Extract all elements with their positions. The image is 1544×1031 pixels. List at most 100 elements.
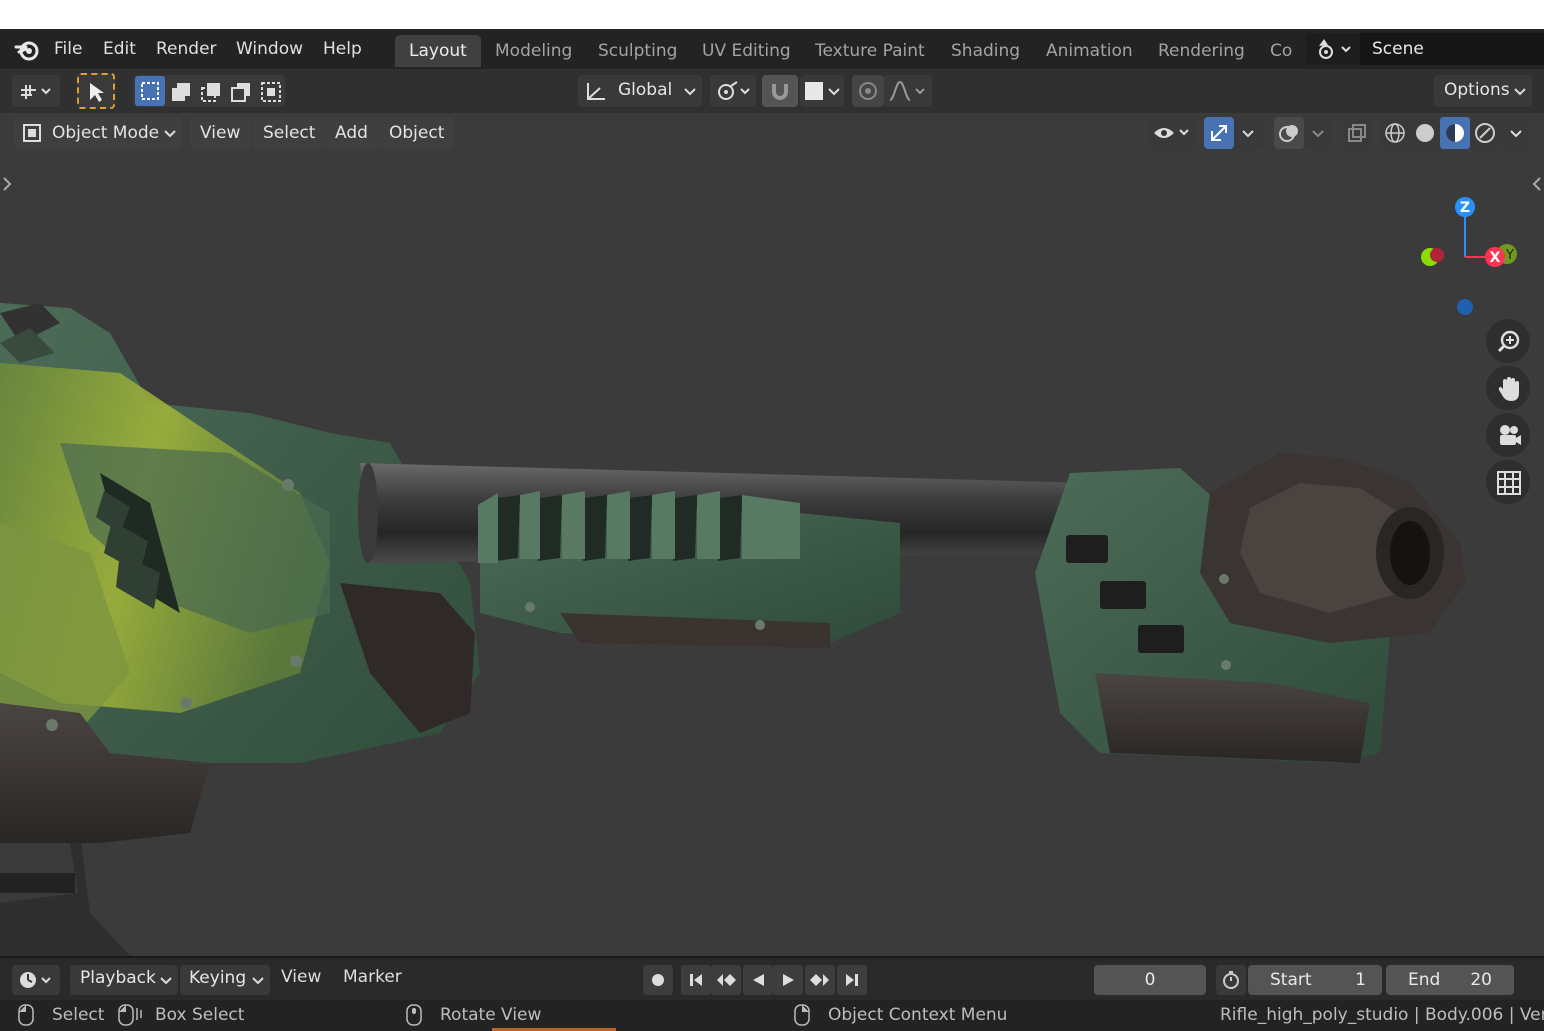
scene-name-field[interactable]: Scene [1360,33,1544,65]
3d-viewport[interactable]: Object Mode View Select Add Object Z X Y [0,113,1544,956]
status-bar: Select Box Select Rotate View Object Con… [0,1000,1544,1031]
zoom-button[interactable] [1486,319,1530,363]
select-difference-icon [231,83,250,102]
jump-end-icon [846,974,858,986]
menu-render[interactable]: Render [156,39,217,59]
menu-window[interactable]: Window [236,39,303,59]
mouse-right-icon [794,1004,810,1026]
gizmo-dropdown[interactable] [1234,117,1262,149]
transform-orientation-dropdown[interactable]: Global [578,75,702,107]
editor-type-button[interactable] [12,75,60,107]
select-difference-button[interactable] [225,76,255,106]
select-intersect-icon [261,82,281,102]
menu-select[interactable]: Select [253,117,326,149]
menu-help[interactable]: Help [323,39,362,59]
mouse-left-icon [18,1004,34,1026]
select-subtract-icon [201,83,220,102]
chevron-down-icon [160,977,172,985]
camera-view-button[interactable] [1486,413,1530,457]
play-button[interactable] [773,965,803,995]
chevron-down-icon [684,88,696,96]
select-extend-button[interactable] [165,76,195,106]
record-icon [652,974,664,986]
overlays-toggle[interactable] [1274,117,1304,149]
timeline-menu-view[interactable]: View [281,967,321,987]
snap-target-dropdown[interactable] [800,75,844,107]
gizmo-neg-x-dot[interactable] [1430,248,1444,262]
xray-toggle[interactable] [1342,117,1372,149]
menu-file[interactable]: File [54,39,82,59]
timeline-menu-marker[interactable]: Marker [343,967,402,987]
prev-keyframe-button[interactable] [711,965,741,995]
overlays-icon [1279,125,1298,142]
preview-range-toggle[interactable] [1216,965,1246,995]
scene-icon[interactable] [1312,36,1354,62]
menu-object[interactable]: Object [379,117,455,149]
timeline-editor-type-button[interactable] [12,965,60,995]
zoom-icon [1497,330,1520,353]
toolbar-expand-icon[interactable] [2,175,12,193]
proportional-edit-toggle[interactable] [852,75,884,107]
jump-start-button[interactable] [681,965,711,995]
menu-view[interactable]: View [190,117,251,149]
gizmo-y-label: Y [1505,248,1514,263]
next-keyframe-button[interactable] [805,965,835,995]
options-dropdown[interactable]: Options [1434,75,1532,107]
proportional-falloff-dropdown[interactable] [884,75,932,107]
gizmo-neg-z-dot[interactable] [1457,299,1473,315]
tab-shading[interactable]: Shading [937,35,1034,67]
tab-sculpting[interactable]: Sculpting [584,35,691,67]
pan-button[interactable] [1486,366,1530,410]
menu-edit[interactable]: Edit [103,39,136,59]
ortho-toggle-button[interactable] [1486,460,1530,504]
material-preview-button[interactable] [1440,117,1470,149]
tab-animation[interactable]: Animation [1032,35,1147,67]
gizmo-icon [1211,125,1227,141]
clock-icon [20,972,51,988]
start-value: 1 [1355,970,1366,990]
tab-modeling[interactable]: Modeling [481,35,586,67]
select-tool-button[interactable] [77,73,115,109]
playback-dropdown[interactable]: Playback [70,965,178,995]
blender-logo-icon[interactable] [14,37,40,63]
wireframe-shading-button[interactable] [1380,117,1410,149]
keying-dropdown[interactable]: Keying [180,965,270,995]
falloff-curve-icon [889,80,925,101]
start-frame-field[interactable]: Start 1 [1248,965,1382,995]
solid-shading-button[interactable] [1410,117,1440,149]
menu-add[interactable]: Add [325,117,378,149]
pivot-point-dropdown[interactable] [710,75,756,107]
jump-end-button[interactable] [837,965,867,995]
tab-layout[interactable]: Layout [395,35,481,67]
tab-compositing[interactable]: Co [1256,35,1302,67]
eye-icon [1154,128,1189,138]
magnet-icon [772,84,788,100]
shading-dropdown[interactable] [1502,117,1530,149]
shading-mode-group [1380,117,1502,149]
rifle-model-render[interactable] [0,113,1544,956]
tab-texture-paint[interactable]: Texture Paint [801,35,939,67]
select-subtract-button[interactable] [195,76,225,106]
select-new-button[interactable] [135,76,165,106]
snap-toggle[interactable] [762,75,798,107]
overlays-dropdown[interactable] [1304,117,1332,149]
top-bar: File Edit Render Window Help Layout Mode… [0,29,1544,69]
tool-header: Global Options [0,69,1544,113]
gizmo-toggle[interactable] [1204,117,1234,149]
chevron-down-icon [252,977,264,985]
tab-uv-editing[interactable]: UV Editing [688,35,805,67]
status-scene-info: Rifle_high_poly_studio | Body.006 | Vert… [1220,1005,1544,1025]
play-icon [783,974,794,986]
current-frame-field[interactable]: 0 [1094,965,1206,995]
gizmo-x-label: X [1490,250,1501,266]
navigation-gizmo[interactable]: Z X Y [1406,191,1536,321]
rendered-shading-button[interactable] [1470,117,1500,149]
record-button[interactable] [643,965,673,995]
start-label: Start [1270,970,1312,990]
tab-rendering[interactable]: Rendering [1144,35,1259,67]
visibility-dropdown[interactable] [1148,117,1196,149]
select-intersect-button[interactable] [255,76,285,106]
end-frame-field[interactable]: End 20 [1386,965,1514,995]
play-reverse-button[interactable] [743,965,773,995]
mode-dropdown[interactable]: Object Mode [14,117,182,149]
